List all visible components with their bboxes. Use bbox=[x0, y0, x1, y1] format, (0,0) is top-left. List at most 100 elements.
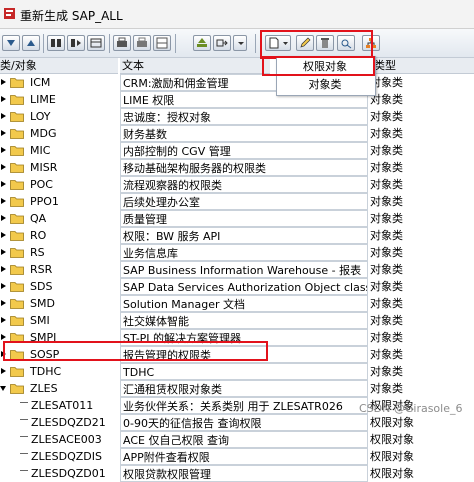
node-type: 对象类 bbox=[370, 246, 403, 259]
node-type: 对象类 bbox=[370, 195, 403, 208]
tree-row-class[interactable]: LIME LIME 权限 对象类 bbox=[0, 91, 474, 108]
folder-icon bbox=[10, 231, 24, 241]
column-header-text[interactable]: 文本 bbox=[120, 58, 270, 74]
tree-node-cell[interactable]: LIME bbox=[0, 91, 117, 108]
folder-icon bbox=[10, 197, 24, 207]
tree-row-class[interactable]: TDHC TDHC 对象类 bbox=[0, 363, 474, 380]
tree-node-cell[interactable]: MIC bbox=[0, 142, 117, 159]
tree-row-object[interactable]: ZLESACE003 ACE 仅自己权限 查询 权限对象 bbox=[0, 431, 474, 448]
tree-row-class[interactable]: RO 权限：BW 服务 API 对象类 bbox=[0, 227, 474, 244]
folder-icon bbox=[10, 163, 24, 173]
layout-icon[interactable] bbox=[153, 35, 171, 51]
collapse-all-icon[interactable] bbox=[22, 35, 40, 51]
tree-node-cell[interactable]: ZLES bbox=[0, 380, 117, 397]
node-name: ZLESACE003 bbox=[31, 433, 102, 446]
collapsed-arrow-icon[interactable] bbox=[1, 147, 6, 153]
node-text: 业务伙伴关系：关系类别 用于 ZLESATR026 bbox=[120, 397, 368, 414]
tree-row-class[interactable]: SMD Solution Manager 文档 对象类 bbox=[0, 295, 474, 312]
tree-row-class[interactable]: ZLES 汇通租赁权限对象类 对象类 bbox=[0, 380, 474, 397]
tree-node-cell[interactable]: MDG bbox=[0, 125, 117, 142]
node-text: ACE 仅自己权限 查询 bbox=[120, 431, 368, 448]
folder-icon bbox=[10, 112, 24, 122]
collapsed-arrow-icon[interactable] bbox=[1, 368, 6, 374]
tree-node-cell[interactable]: QA bbox=[0, 210, 117, 227]
tree-node-cell[interactable]: ZLESACE003 bbox=[0, 431, 117, 448]
menu-dropdown-icon[interactable] bbox=[233, 35, 247, 51]
tree-row-class[interactable]: MDG 财务基数 对象类 bbox=[0, 125, 474, 142]
tree-row-class[interactable]: ICM CRM:激励和佣金管理 对象类 bbox=[0, 74, 474, 91]
tree-row-class[interactable]: SDS SAP Data Services Authorization Objec… bbox=[0, 278, 474, 295]
collapsed-arrow-icon[interactable] bbox=[1, 113, 6, 119]
column-header-object[interactable]: 类/对象 bbox=[0, 58, 118, 74]
tree-node-cell[interactable]: ICM bbox=[0, 74, 117, 91]
column-header-type[interactable]: 类型 bbox=[370, 58, 474, 74]
print-preview-icon[interactable] bbox=[133, 35, 151, 51]
tree-node-cell[interactable]: SMD bbox=[0, 295, 117, 312]
tree-node-cell[interactable]: TDHC bbox=[0, 363, 117, 380]
tree-node-cell[interactable]: LOY bbox=[0, 108, 117, 125]
collapsed-arrow-icon[interactable] bbox=[1, 198, 6, 204]
tree-row-object[interactable]: ZLESDQZD01 权限贷款权限管理 权限对象 bbox=[0, 465, 474, 482]
tree-icon[interactable] bbox=[193, 35, 211, 51]
tree-node-cell[interactable]: ZLESAT011 bbox=[0, 397, 117, 414]
node-text: SAP Business Information Warehouse - 报表 bbox=[120, 261, 368, 278]
node-name: RS bbox=[30, 246, 45, 259]
node-text: APP附件查看权限 bbox=[120, 448, 368, 465]
tree-row-class[interactable]: RS 业务信息库 对象类 bbox=[0, 244, 474, 261]
find-next-icon[interactable] bbox=[67, 35, 85, 51]
node-type: 权限对象 bbox=[370, 433, 414, 446]
collapsed-arrow-icon[interactable] bbox=[1, 283, 6, 289]
tree-node-cell[interactable]: ZLESDQZD01 bbox=[0, 465, 117, 482]
tree-node-cell[interactable]: SDS bbox=[0, 278, 117, 295]
collapsed-arrow-icon[interactable] bbox=[1, 79, 6, 85]
tree-node-cell[interactable]: MISR bbox=[0, 159, 117, 176]
collapsed-arrow-icon[interactable] bbox=[1, 164, 6, 170]
node-type: 对象类 bbox=[370, 76, 403, 89]
tree-node-cell[interactable]: RSR bbox=[0, 261, 117, 278]
find-icon[interactable] bbox=[47, 35, 65, 51]
tree-node-cell[interactable]: ZLESDQZD21 bbox=[0, 414, 117, 431]
tree-node-cell[interactable]: POC bbox=[0, 176, 117, 193]
collapsed-arrow-icon[interactable] bbox=[1, 300, 6, 306]
menu-item-object-class[interactable]: 对象类 bbox=[277, 76, 373, 94]
folder-icon bbox=[10, 367, 24, 377]
tree-row-class[interactable]: MISR 移动基础架构服务器的权限类 对象类 bbox=[0, 159, 474, 176]
node-name: SMI bbox=[30, 314, 50, 327]
collapsed-arrow-icon[interactable] bbox=[1, 266, 6, 272]
tree-node-cell[interactable]: SMI bbox=[0, 312, 117, 329]
print-icon[interactable] bbox=[113, 35, 131, 51]
expanded-arrow-icon[interactable] bbox=[0, 386, 6, 391]
collapsed-arrow-icon[interactable] bbox=[1, 317, 6, 323]
collapsed-arrow-icon[interactable] bbox=[1, 334, 6, 340]
details-icon[interactable] bbox=[87, 35, 105, 51]
collapsed-arrow-icon[interactable] bbox=[1, 130, 6, 136]
tree-row-class[interactable]: RSR SAP Business Information Warehouse - … bbox=[0, 261, 474, 278]
node-text: 权限贷款权限管理 bbox=[120, 465, 368, 482]
app-icon bbox=[4, 8, 15, 19]
tree-node-cell[interactable]: PPO1 bbox=[0, 193, 117, 210]
collapsed-arrow-icon[interactable] bbox=[1, 96, 6, 102]
folder-icon bbox=[10, 95, 24, 105]
tree-node-cell[interactable]: RS bbox=[0, 244, 117, 261]
tree-row-class[interactable]: POC 流程观察器的权限类 对象类 bbox=[0, 176, 474, 193]
collapsed-arrow-icon[interactable] bbox=[1, 215, 6, 221]
tree-row-class[interactable]: PPO1 后续处理办公室 对象类 bbox=[0, 193, 474, 210]
tree-node-cell[interactable]: RO bbox=[0, 227, 117, 244]
expand-all-icon[interactable] bbox=[2, 35, 20, 51]
node-type: 对象类 bbox=[370, 212, 403, 225]
tree-row-class[interactable]: LOY 忠诚度：授权对象 对象类 bbox=[0, 108, 474, 125]
folder-icon bbox=[10, 129, 24, 139]
collapsed-arrow-icon[interactable] bbox=[1, 249, 6, 255]
tree-row-class[interactable]: SMI 社交媒体智能 对象类 bbox=[0, 312, 474, 329]
transfer-icon[interactable] bbox=[213, 35, 231, 51]
tree-row-class[interactable]: QA 质量管理 对象类 bbox=[0, 210, 474, 227]
node-type: 对象类 bbox=[370, 127, 403, 140]
tree-node-cell[interactable]: ZLESDQZDIS bbox=[0, 448, 117, 465]
tree-row-object[interactable]: ZLESDQZD21 0-90天的征信报告 查询权限 权限对象 bbox=[0, 414, 474, 431]
window-title: 重新生成 SAP_ALL bbox=[20, 9, 123, 23]
collapsed-arrow-icon[interactable] bbox=[1, 181, 6, 187]
tree-row-object[interactable]: ZLESDQZDIS APP附件查看权限 权限对象 bbox=[0, 448, 474, 465]
tree-row-class[interactable]: MIC 内部控制的 CGV 管理 对象类 bbox=[0, 142, 474, 159]
node-text: 权限：BW 服务 API bbox=[120, 227, 368, 244]
collapsed-arrow-icon[interactable] bbox=[1, 232, 6, 238]
